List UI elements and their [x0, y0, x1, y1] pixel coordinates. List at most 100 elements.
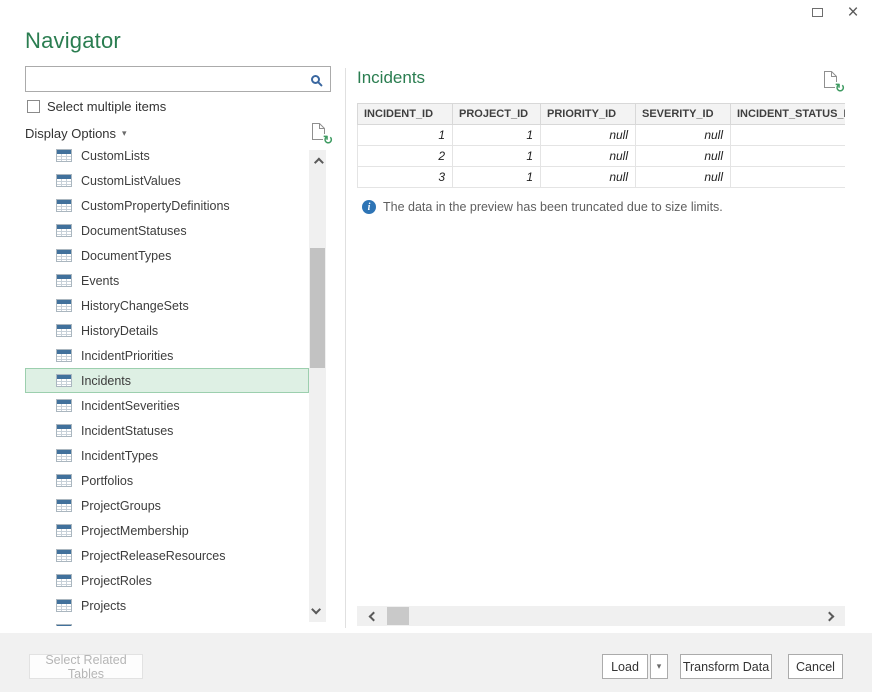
cancel-button[interactable]: Cancel [788, 654, 843, 679]
list-scrollbar[interactable] [309, 150, 326, 622]
display-options-label: Display Options [25, 126, 116, 141]
list-item[interactable]: CustomPropertyDefinitions [25, 193, 309, 218]
preview-table: INCIDENT_ID PROJECT_ID PRIORITY_ID SEVER… [357, 103, 845, 188]
list-item[interactable]: DocumentStatuses [25, 218, 309, 243]
display-options-row: Display Options ▾ ↻ [25, 122, 331, 144]
list-item[interactable]: ProjectGroups [25, 493, 309, 518]
column-header[interactable]: INCIDENT_STATUS_ID [731, 104, 846, 125]
select-multiple-row[interactable]: Select multiple items [27, 99, 166, 114]
column-header[interactable]: INCIDENT_ID [358, 104, 453, 125]
table-icon [56, 474, 72, 487]
list-item-partial[interactable] [25, 618, 309, 626]
table-icon [56, 524, 72, 537]
table-icon [56, 499, 72, 512]
list-item[interactable]: Events [25, 268, 309, 293]
chevron-down-icon: ▾ [657, 661, 662, 672]
table-icon [56, 224, 72, 237]
list-item-label: ProjectReleaseResources [81, 549, 226, 563]
list-item[interactable]: IncidentTypes [25, 443, 309, 468]
table-icon [56, 399, 72, 412]
table-header-row: INCIDENT_ID PROJECT_ID PRIORITY_ID SEVER… [358, 104, 846, 125]
window-controls: × [806, 0, 864, 24]
table-icon [56, 199, 72, 212]
select-multiple-checkbox[interactable] [27, 100, 40, 113]
info-icon: i [362, 200, 376, 214]
maximize-button[interactable] [806, 1, 828, 23]
table-cell: null [636, 146, 731, 167]
table-row: 3 1 null null [358, 167, 846, 188]
list-item-label: Portfolios [81, 474, 133, 488]
display-options-dropdown[interactable]: Display Options ▾ [25, 126, 127, 141]
column-header[interactable]: PRIORITY_ID [541, 104, 636, 125]
table-icon [56, 374, 72, 387]
list-item-label: Incidents [81, 374, 131, 388]
table-icon [56, 149, 72, 162]
scroll-right-button[interactable] [819, 606, 839, 626]
table-icon [56, 274, 72, 287]
column-header[interactable]: SEVERITY_ID [636, 104, 731, 125]
table-cell: null [636, 167, 731, 188]
list-item[interactable]: Projects [25, 593, 309, 618]
list-item[interactable]: ProjectReleaseResources [25, 543, 309, 568]
list-item[interactable]: IncidentSeverities [25, 393, 309, 418]
chevron-down-icon [311, 605, 321, 615]
chevron-down-icon: ▾ [122, 128, 127, 139]
table-icon [56, 424, 72, 437]
list-item-label: DocumentStatuses [81, 224, 187, 238]
scroll-down-button[interactable] [309, 601, 326, 618]
select-multiple-label: Select multiple items [47, 99, 166, 114]
table-cell: 1 [453, 146, 541, 167]
chevron-left-icon [368, 611, 378, 621]
scroll-left-button[interactable] [363, 606, 383, 626]
list-item[interactable]: Portfolios [25, 468, 309, 493]
close-button[interactable]: × [842, 1, 864, 23]
list-item[interactable]: IncidentPriorities [25, 343, 309, 368]
list-item-label: DocumentTypes [81, 249, 171, 263]
search-input[interactable] [26, 67, 311, 91]
list-item[interactable]: ProjectRoles [25, 568, 309, 593]
load-button[interactable]: Load [602, 654, 648, 679]
list-item[interactable]: DocumentTypes [25, 243, 309, 268]
list-item-label: HistoryChangeSets [81, 299, 189, 313]
list-scrollbar-thumb[interactable] [310, 248, 325, 368]
list-item-label: IncidentPriorities [81, 349, 173, 363]
list-item-selected[interactable]: Incidents [25, 368, 309, 393]
navigator-dialog: × Navigator Select multiple items Displa… [0, 0, 872, 692]
list-item[interactable]: ProjectMembership [25, 518, 309, 543]
list-item[interactable]: IncidentStatuses [25, 418, 309, 443]
search-icon[interactable] [311, 75, 320, 84]
column-header[interactable]: PROJECT_ID [453, 104, 541, 125]
scroll-up-button[interactable] [309, 154, 326, 171]
table-row: 2 1 null null [358, 146, 846, 167]
table-cell: null [541, 125, 636, 146]
list-item[interactable]: CustomListValues [25, 168, 309, 193]
maximize-icon [812, 8, 823, 17]
chevron-right-icon [824, 611, 834, 621]
transform-data-button[interactable]: Transform Data [680, 654, 772, 679]
load-dropdown-button[interactable]: ▾ [650, 654, 668, 679]
table-icon [56, 299, 72, 312]
horizontal-scrollbar-thumb[interactable] [387, 607, 409, 625]
chevron-up-icon [314, 158, 324, 168]
refresh-icon[interactable]: ↻ [311, 122, 331, 144]
truncation-notice: i The data in the preview has been trunc… [362, 200, 723, 214]
table-cell: 1 [453, 167, 541, 188]
truncation-message: The data in the preview has been truncat… [383, 200, 723, 214]
preview-horizontal-scrollbar[interactable] [357, 606, 845, 626]
list-item-label: Events [81, 274, 119, 288]
select-related-tables-button[interactable]: Select Related Tables [29, 654, 143, 679]
table-icon [56, 449, 72, 462]
preview-refresh-icon[interactable]: ↻ [823, 70, 843, 92]
table-cell [731, 125, 846, 146]
list-item[interactable]: CustomLists [25, 147, 309, 168]
table-cell [731, 167, 846, 188]
list-item-label: IncidentTypes [81, 449, 158, 463]
list-item-label: ProjectMembership [81, 524, 189, 538]
list-item-label: Projects [81, 599, 126, 613]
list-item[interactable]: HistoryChangeSets [25, 293, 309, 318]
close-icon: × [847, 3, 858, 22]
table-list: CustomLists CustomListValues CustomPrope… [25, 147, 309, 626]
table-cell [731, 146, 846, 167]
table-cell: 2 [358, 146, 453, 167]
list-item[interactable]: HistoryDetails [25, 318, 309, 343]
